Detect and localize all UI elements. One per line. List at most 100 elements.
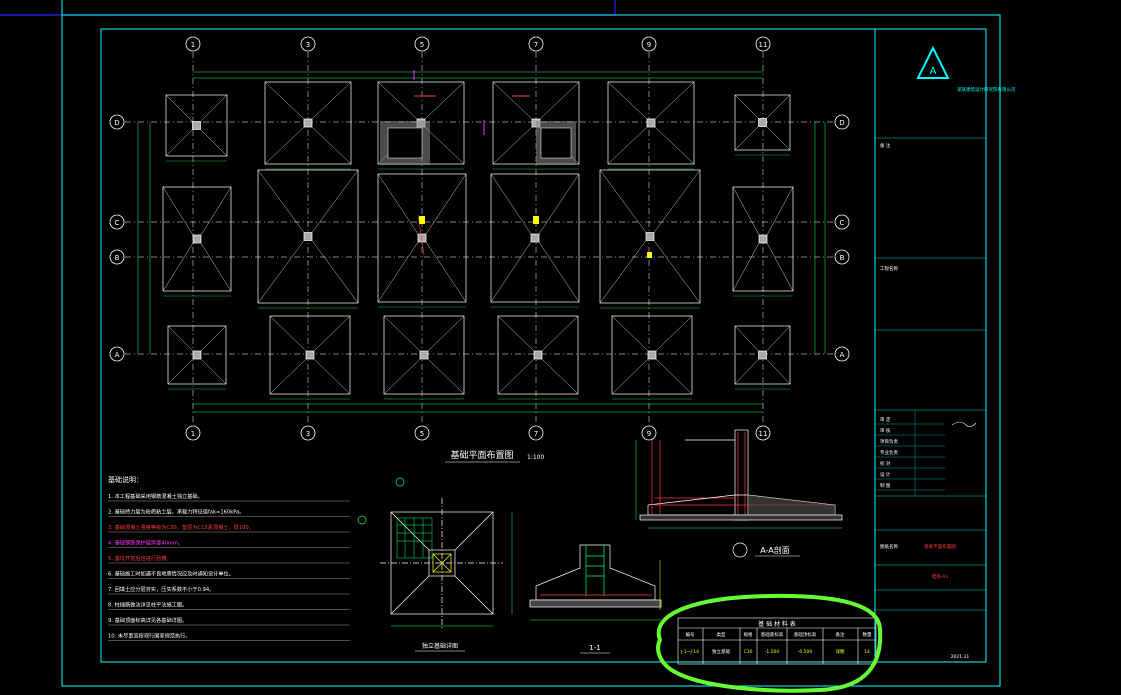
grid-label-col-9-bottom: 9	[647, 430, 651, 438]
note-line: 7. 回填土应分层夯实，压实系数不小于0.94。	[108, 585, 214, 593]
footing-slope-line	[766, 126, 791, 151]
tb-role-label: 审 定	[880, 416, 891, 423]
grid-label-col-5-bottom: 5	[420, 430, 424, 438]
table-cell-spec: C30	[744, 649, 753, 655]
footing-slope-line	[200, 325, 227, 352]
footing-slope-line	[539, 81, 580, 120]
footing-slope-line	[654, 81, 695, 120]
table-header-id: 编号	[686, 631, 695, 638]
detail-plan-title: 独立基础详图	[422, 642, 458, 650]
footing-slope-line	[541, 315, 579, 352]
footing-slope-line	[766, 186, 794, 236]
footing-slope-line	[383, 358, 421, 395]
footing-slope-line	[607, 126, 648, 165]
note-line: 3. 基础混凝土强度等级为C30，垫层为C15素混凝土，厚100。	[108, 523, 254, 531]
table-header-remark: 备注	[836, 631, 845, 638]
footing-slope-line	[734, 325, 759, 352]
footing-slope-line	[732, 242, 760, 292]
footing-slope-line	[311, 169, 359, 233]
footing-slope-line	[492, 81, 533, 120]
column-pedestal	[646, 118, 656, 128]
note-line: 5. 基坑开挖后应进行验槽。	[108, 554, 172, 562]
column-pedestal	[305, 350, 315, 360]
footing-slope-line	[200, 186, 232, 236]
tb-role-label: 专业负责	[880, 449, 898, 456]
column-pedestal	[758, 350, 767, 360]
section-a-a	[635, 429, 843, 558]
footing-slope-line	[497, 358, 535, 395]
column-pedestal	[192, 350, 202, 360]
footing-slope-line	[599, 169, 647, 233]
table-cell-count: 14	[864, 649, 870, 655]
footing-slope-line	[538, 241, 580, 303]
table-header-spec: 规格	[744, 631, 753, 638]
tb-role-label: 校 对	[880, 460, 891, 467]
footing-slope-line	[425, 173, 467, 235]
footing-slope-line	[264, 81, 305, 120]
grid-label-row-d: D	[114, 119, 119, 127]
column-pedestal	[647, 350, 657, 360]
footing-slope-line	[269, 315, 307, 352]
tb-role-label: 项目负责	[880, 438, 898, 445]
section-1-1-title: 1-1	[589, 644, 600, 652]
footing-slope-line	[377, 81, 418, 120]
grid-label-col-1-bottom: 1	[191, 430, 195, 438]
footing-slope-line	[732, 186, 760, 236]
dimension-lines	[137, 71, 826, 413]
footing-slope-line	[167, 325, 194, 352]
tb-remarks-label: 备 注	[880, 142, 891, 149]
column-pedestal	[645, 232, 655, 241]
section-a-a-title: A-A剖面	[760, 545, 789, 555]
footing-slope-line	[538, 173, 580, 235]
footing-slope-line	[257, 169, 305, 233]
footing-slope-line	[200, 242, 232, 292]
footing-slope-line	[611, 315, 649, 352]
svg-text:A: A	[930, 66, 937, 77]
grid-label-col-3: 3	[306, 41, 310, 49]
table-header-count: 数量	[863, 631, 872, 638]
notes-block: 基础说明： 1. 本工程基础采用钢筋混凝土独立基础。 2. 基础持力层为粉质粘土层…	[108, 475, 350, 641]
grid-label-col-11-bottom: 11	[759, 430, 768, 438]
tb-drawing-label: 图纸名称	[880, 543, 898, 550]
footing-slope-line	[655, 315, 693, 352]
note-line: 9. 基础顶面标高详见各基础详图。	[108, 616, 187, 624]
tb-drawing-no: 结施-03	[932, 573, 948, 580]
table-header-bottom-elev: 基础底标高	[761, 631, 784, 638]
footing-slope-line	[200, 129, 228, 157]
tb-role-label: 制 图	[880, 482, 891, 489]
tb-date: 2021.11	[951, 654, 970, 660]
grid-label-col-1: 1	[191, 41, 195, 49]
column-pedestal	[533, 350, 543, 360]
footing-detail-plan	[357, 477, 513, 628]
column-pedestal	[758, 118, 767, 127]
footing-slope-line	[311, 126, 352, 165]
footing-slope-line	[655, 358, 693, 395]
table-title: 基 础 材 料 表	[758, 620, 796, 628]
grid-label-col-7: 7	[534, 41, 538, 49]
footing-slope-line	[377, 173, 419, 235]
footing-slope-line	[490, 241, 532, 303]
sheet-border	[61, 14, 1001, 687]
grid-label-col-3-bottom: 3	[306, 430, 310, 438]
grid-label-row-b-right: B	[840, 254, 845, 262]
column-pedestal	[303, 118, 313, 128]
grid-label-col-11: 11	[759, 41, 768, 49]
footing-slope-line	[611, 358, 649, 395]
column-pedestal	[192, 121, 201, 130]
footing-slope-line	[313, 315, 351, 352]
column-pedestal	[303, 232, 313, 241]
grid-label-row-d-right: D	[839, 119, 844, 127]
plan-scale: 1:100	[527, 454, 544, 461]
footing-plan	[162, 81, 794, 400]
footing-slope-line	[766, 358, 791, 385]
footing-slope-line	[766, 94, 791, 119]
table-cell-id: J-1~J-14	[680, 649, 699, 655]
notes-title: 基础说明：	[108, 475, 143, 484]
table-cell-bottom-elev: -1.500	[765, 649, 780, 655]
footing-slope-line	[734, 94, 759, 119]
note-line: 6. 基础施工时如遇不良地质情况应及时通知设计单位。	[108, 570, 234, 578]
cad-drawing-canvas[interactable]: 1 3 5 7 9 11 1 3 5 7 9 11 D C B A D C B …	[0, 0, 1121, 695]
footing-slope-line	[383, 315, 421, 352]
footing-slope-line	[311, 81, 352, 120]
grid-label-col-5: 5	[420, 41, 424, 49]
